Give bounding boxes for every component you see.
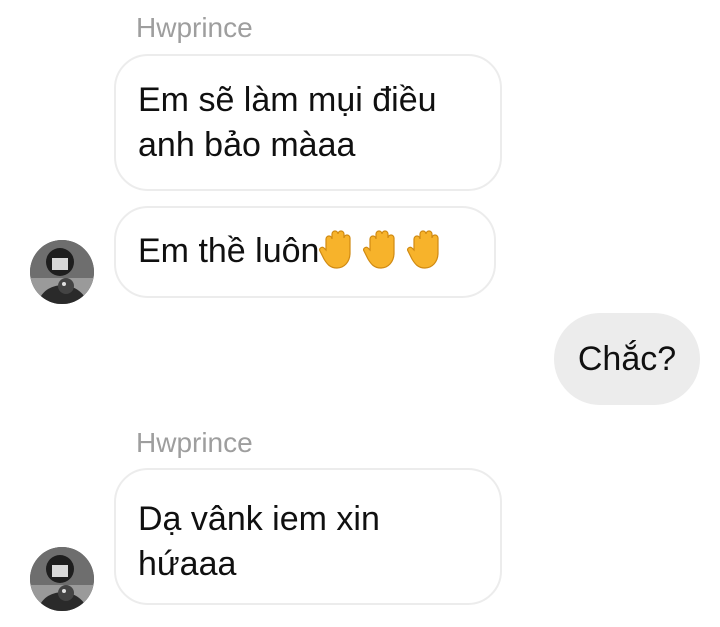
incoming-message-bubble[interactable]: Dạ vânk iem xin hứaaa [114,468,502,605]
raised-hand-icon [319,229,355,269]
raised-hand-icon [407,229,443,269]
sender-name: Hwprince [136,427,253,458]
avatar[interactable] [30,547,94,611]
message-text-line: Dạ vânk iem xin [138,500,380,538]
message-text: Chắc? [577,340,677,378]
chat-thread: Hwprince Em sẽ làm mụi điều anh bảo màaa… [0,0,720,627]
incoming-message-bubble[interactable]: Em sẽ làm mụi điều anh bảo màaa [114,54,502,191]
outgoing-message-bubble[interactable]: Chắc? [554,313,700,405]
sender-name: Hwprince [136,12,253,43]
message-text: Em thề luôn [138,232,320,270]
message-text-line: anh bảo màaa [138,126,356,164]
message-text-line: Em sẽ làm mụi điều [138,81,437,119]
message-text-line: hứaaa [138,545,237,583]
raised-hand-icon [363,229,399,269]
incoming-message-bubble[interactable]: Em thề luôn [114,206,496,298]
avatar[interactable] [30,240,94,304]
